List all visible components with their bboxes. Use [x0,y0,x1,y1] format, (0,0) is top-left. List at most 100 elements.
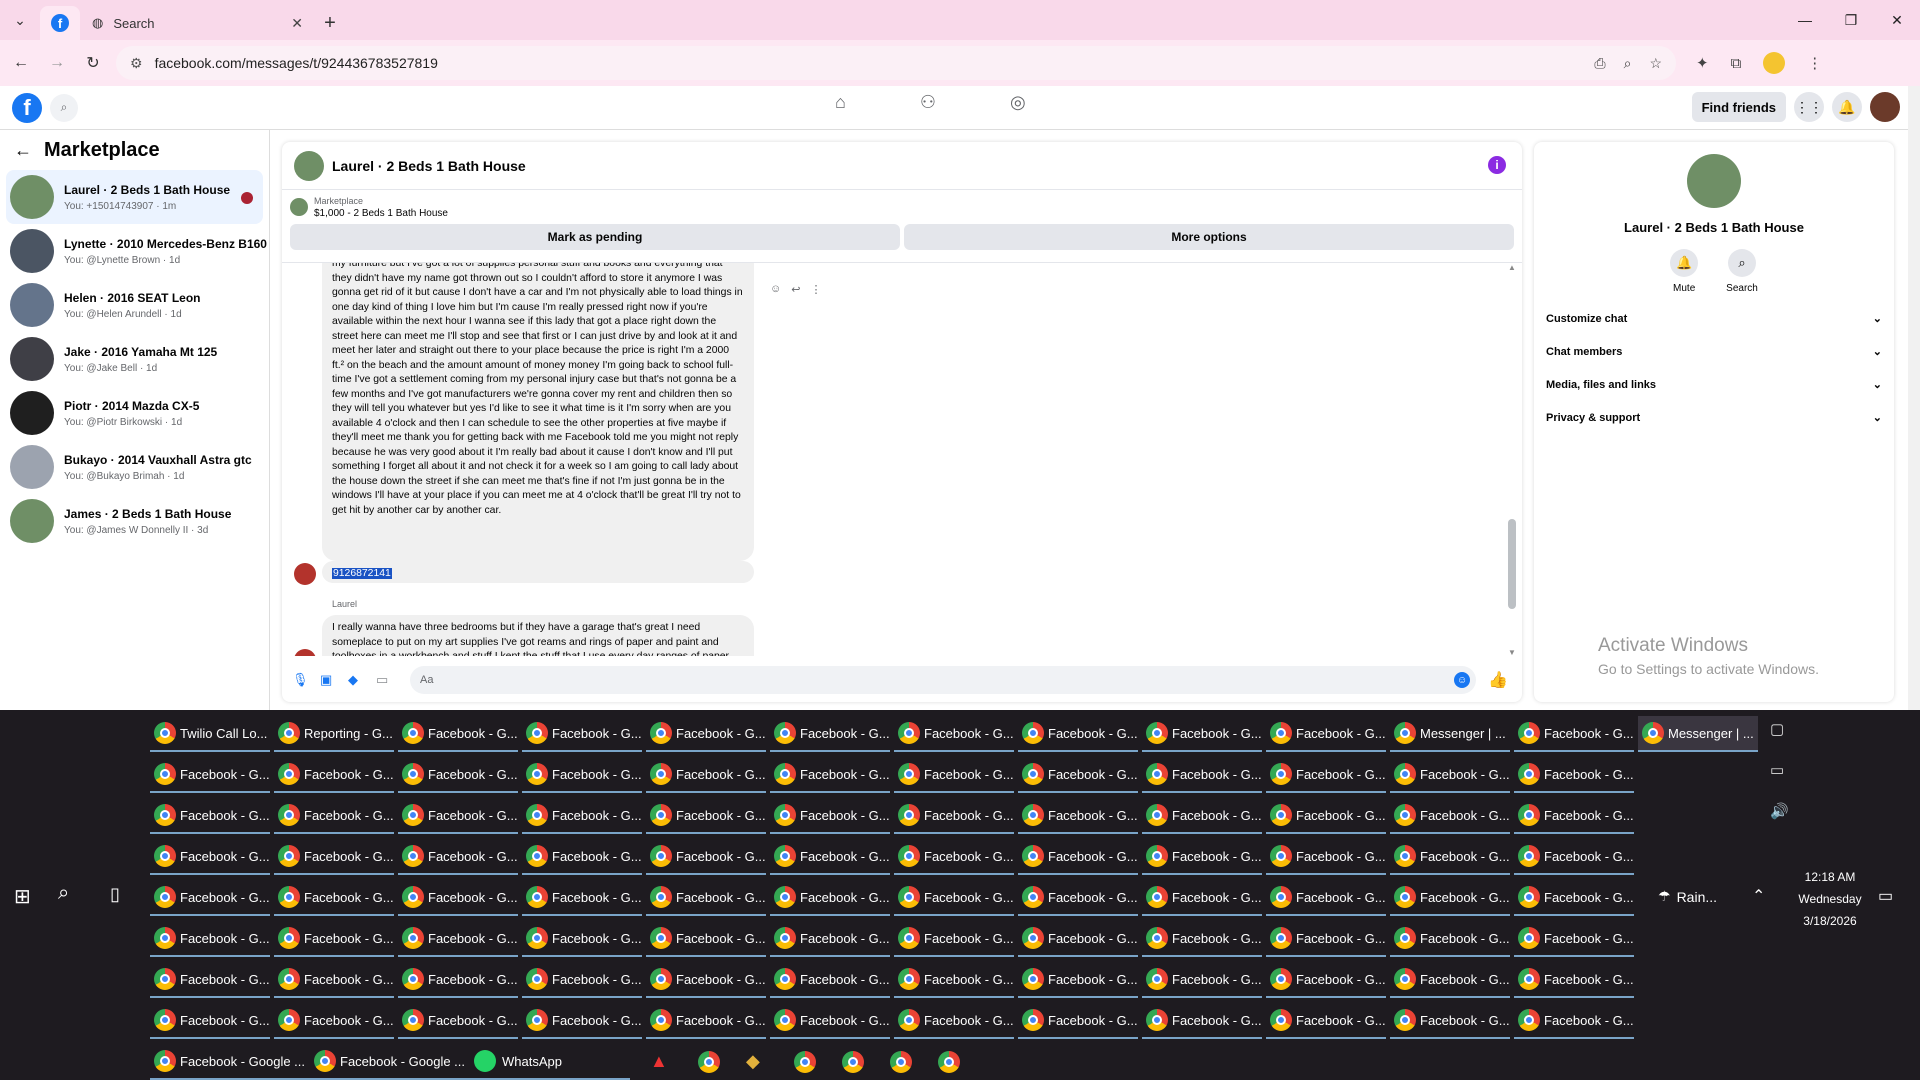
taskbar-button[interactable]: Facebook - G... [1514,798,1634,834]
taskbar-button[interactable]: Facebook - G... [398,716,518,752]
taskbar-button[interactable]: Facebook - G... [1266,757,1386,793]
taskbar-button[interactable]: Messenger | ... [1390,716,1510,752]
taskbar-button[interactable]: Twilio Call Lo... [150,716,270,752]
taskbar-button[interactable]: Facebook - G... [646,716,766,752]
taskbar-button[interactable]: Facebook - G... [274,1003,394,1039]
react-emoji-icon[interactable]: ☺ [770,283,781,296]
account-avatar[interactable] [1870,92,1900,122]
taskbar-button[interactable]: Facebook - G... [1514,716,1634,752]
taskbar-button[interactable]: Facebook - G... [522,757,642,793]
chat-members-row[interactable]: Chat members ⌄ [1534,335,1894,368]
taskbar-button[interactable]: Facebook - G... [398,1003,518,1039]
taskbar-button[interactable]: Facebook - G... [274,757,394,793]
thumbs-up-icon[interactable]: 👍 [1488,670,1508,690]
taskbar-button[interactable]: Facebook - G... [1390,880,1510,916]
chrome-icon[interactable] [698,1051,720,1073]
taskbar-button[interactable]: Facebook - G... [1142,880,1262,916]
chrome-icon[interactable] [890,1051,912,1073]
taskbar-button[interactable]: Facebook - G... [1514,839,1634,875]
media-files-links-row[interactable]: Media, files and links ⌄ [1534,368,1894,401]
taskbar-button[interactable]: Facebook - G... [398,880,518,916]
conversation-item[interactable]: Bukayo · 2014 Vauxhall Astra gtc You: @Bu… [0,440,269,494]
taskbar-button[interactable]: Facebook - G... [894,1003,1014,1039]
app-icon[interactable]: ▲ [650,1051,672,1073]
menu-grid-icon[interactable]: ⋮⋮ [1794,92,1824,122]
taskbar-button[interactable]: Facebook - G... [1266,921,1386,957]
taskbar-button[interactable]: Facebook - G... [522,839,642,875]
close-tab-icon[interactable]: ✕ [291,15,303,32]
taskbar-button[interactable]: Facebook - G... [646,962,766,998]
emoji-icon[interactable]: ☺ [1454,672,1471,688]
taskbar-button[interactable]: Facebook - G... [894,716,1014,752]
home-icon[interactable]: ⌂ [835,92,846,113]
scroll-up-icon[interactable]: ▲ [1508,263,1516,272]
new-tab-button[interactable]: + [315,6,345,40]
taskbar-button[interactable]: Facebook - G... [274,921,394,957]
taskbar-button[interactable]: Facebook - G... [1390,921,1510,957]
notification-icon[interactable]: ▭ [1878,886,1893,906]
taskbar-button[interactable]: Facebook - G... [770,880,890,916]
taskbar-button[interactable]: Facebook - G... [398,757,518,793]
taskbar-button[interactable]: Facebook - G... [398,798,518,834]
photo-icon[interactable]: ▣ [320,672,342,688]
taskbar-button[interactable]: Facebook - G... [274,880,394,916]
mark-as-pending-button[interactable]: Mark as pending [290,224,900,250]
info-icon[interactable]: i [1488,156,1506,174]
extensions-puzzle-icon[interactable]: ⧉ [1731,55,1742,72]
back-icon[interactable]: ← [6,48,36,78]
bookmark-star-icon[interactable]: ☆ [1649,55,1662,72]
taskbar-button[interactable]: Facebook - G... [1266,1003,1386,1039]
listing-thumbnail[interactable] [294,150,324,181]
conversation-item[interactable]: Laurel · 2 Beds 1 Bath House You: +150147… [6,170,263,224]
taskbar-button[interactable]: Facebook - G... [894,962,1014,998]
whatsapp-taskbar-button[interactable]: WhatsApp [470,1044,630,1080]
taskbar-button[interactable]: Facebook - G... [522,962,642,998]
taskbar-button[interactable]: Facebook - G... [522,716,642,752]
tab-search-menu-icon[interactable]: ⌄ [0,0,40,40]
taskbar-button[interactable]: Facebook - G... [150,757,270,793]
taskbar-button[interactable]: Facebook - G... [398,962,518,998]
taskbar-button[interactable]: Facebook - G... [150,880,270,916]
taskbar-button[interactable]: Facebook - G... [1266,880,1386,916]
taskbar-button[interactable]: Facebook - G... [894,757,1014,793]
chevron-up-icon[interactable]: ⌃ [1752,886,1765,906]
mute-button[interactable]: 🔔 Mute [1670,249,1699,294]
find-friends-button[interactable]: Find friends [1691,92,1786,122]
microphone-icon[interactable]: 🎙 [292,672,314,688]
minimize-icon[interactable]: — [1782,0,1828,40]
weather-widget[interactable]: ☂ Rain... [1658,888,1717,905]
clock[interactable]: 12:18 AM Wednesday 3/18/2026 [1788,866,1872,932]
taskbar-button[interactable]: Facebook - G... [1018,798,1138,834]
taskbar-button[interactable]: Facebook - G... [522,880,642,916]
taskbar-button[interactable]: Facebook - G... [646,798,766,834]
taskbar-button[interactable]: Facebook - G... [1018,716,1138,752]
volume-icon[interactable]: 🔊 [1770,802,1789,843]
display-icon[interactable]: ▭ [1770,761,1789,802]
tab-search[interactable]: ◍ Search ✕ [80,6,315,40]
notifications-bell-icon[interactable]: 🔔 [1832,92,1862,122]
taskbar-button[interactable]: Facebook - G... [770,962,890,998]
taskbar-button[interactable]: Facebook - G... [646,921,766,957]
taskbar-button[interactable]: Reporting - G... [274,716,394,752]
taskbar-button[interactable]: Facebook - G... [1390,962,1510,998]
facebook-logo-icon[interactable]: f [12,92,42,123]
taskbar-button[interactable]: Facebook - G... [1266,798,1386,834]
message-list[interactable]: my furniture but I've got a lot of suppl… [282,262,1522,656]
site-info-icon[interactable]: ⚙ [130,55,143,72]
taskbar-button[interactable]: Facebook - G... [1514,880,1634,916]
customize-chat-row[interactable]: Customize chat ⌄ [1534,302,1894,335]
conversation-item[interactable]: Lynette · 2010 Mercedes-Benz B160 You: @L… [0,224,269,278]
app-icon[interactable]: ◆ [746,1051,768,1073]
taskbar-button[interactable]: Facebook - G... [1266,839,1386,875]
taskbar-button[interactable]: Facebook - G... [522,921,642,957]
taskbar-button[interactable]: Facebook - G... [1142,839,1262,875]
page-scrollbar[interactable] [1908,86,1920,710]
taskbar-button[interactable]: Facebook - G... [1390,798,1510,834]
groups-icon[interactable]: ◎ [1010,92,1026,113]
search-icon[interactable]: ⌕ [50,93,78,122]
taskbar-button[interactable]: Messenger | ... [1638,716,1758,752]
taskbar-button[interactable]: Facebook - G... [1266,962,1386,998]
taskbar-button[interactable]: Facebook - G... [1142,798,1262,834]
taskbar-button[interactable]: Facebook - G... [150,1003,270,1039]
taskbar-button[interactable]: Facebook - G... [1142,1003,1262,1039]
